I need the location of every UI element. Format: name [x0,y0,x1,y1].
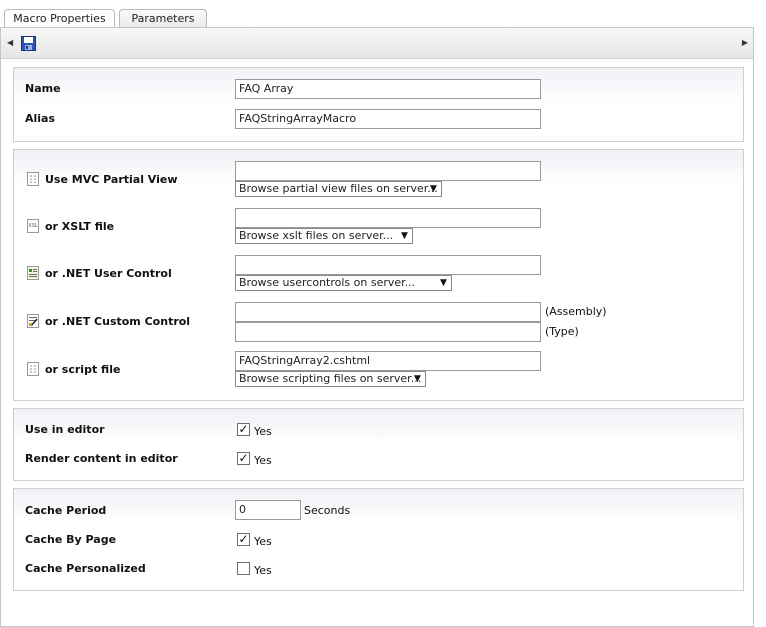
use-in-editor-label: Use in editor [25,423,105,436]
alias-label: Alias [25,112,56,125]
chevron-down-icon: ▼ [430,184,437,194]
mvc-browse-select[interactable]: Browse partial view files on server... ▼ [235,181,442,197]
type-label: (Type) [545,325,579,338]
render-content-yes: Yes [254,454,272,467]
name-label: Name [25,82,61,95]
assembly-label: (Assembly) [545,305,607,318]
use-in-editor-checkbox[interactable]: ✓ [237,423,250,436]
alias-input[interactable]: FAQStringArrayMacro [235,109,541,129]
cache-period-input[interactable]: 0 [235,500,301,520]
assembly-input[interactable] [235,302,541,322]
render-content-checkbox[interactable]: ✓ [237,452,250,465]
macro-properties-panel: ◀ ▶ Name FAQ Array Alias FAQStringArrayM… [0,27,754,627]
script-browse-text: Browse scripting files on server... [239,372,422,385]
xslt-label: or XSLT file [45,220,115,233]
seconds-label: Seconds [304,504,351,517]
tab-macro-properties[interactable]: Macro Properties [4,9,115,29]
type-input[interactable] [235,322,541,342]
check-icon: ✓ [238,532,249,546]
name-input[interactable]: FAQ Array [235,79,541,99]
render-content-label: Render content in editor [25,452,178,465]
editor-group: Use in editor ✓ Yes Render content in ed… [13,408,744,481]
cache-by-page-label: Cache By Page [25,533,117,546]
usercontrol-browse-text: Browse usercontrols on server... [239,276,416,289]
cache-group: Cache Period 0 Seconds Cache By Page ✓ Y… [13,488,744,591]
xslt-input[interactable] [235,208,541,228]
cache-personalized-checkbox[interactable] [237,562,250,575]
cache-by-page-yes: Yes [254,535,272,548]
toolbar: ◀ ▶ [1,28,753,59]
cache-period-label: Cache Period [25,504,107,517]
chevron-down-icon: ▼ [440,278,447,288]
usercontrol-browse-select[interactable]: Browse usercontrols on server... ▼ [235,275,452,291]
usercontrol-label: or .NET User Control [45,267,172,280]
scroll-left-icon[interactable]: ◀ [7,38,13,47]
mvc-input[interactable] [235,161,541,181]
script-input[interactable]: FAQStringArray2.cshtml [235,351,541,371]
customcontrol-label: or .NET Custom Control [45,315,191,328]
script-label: or script file [45,363,121,376]
chevron-down-icon: ▼ [414,374,421,384]
script-file-icon [27,362,39,376]
usercontrol-file-icon [27,266,39,280]
check-icon: ✓ [238,422,249,436]
xslt-browse-text: Browse xslt files on server... [239,229,394,242]
tab-parameters[interactable]: Parameters [119,9,207,28]
script-browse-select[interactable]: Browse scripting files on server... ▼ [235,371,426,387]
xslt-browse-select[interactable]: Browse xslt files on server... ▼ [235,228,413,244]
check-icon: ✓ [238,451,249,465]
cache-personalized-yes: Yes [254,564,272,577]
chevron-down-icon: ▼ [401,231,408,241]
properties-group: Name FAQ Array Alias FAQStringArrayMacro [13,67,744,142]
customcontrol-file-icon [27,314,39,328]
cache-by-page-checkbox[interactable]: ✓ [237,533,250,546]
mvc-file-icon [27,172,39,186]
render-source-group: Use MVC Partial View Browse partial view… [13,149,744,401]
xslt-file-icon: XSL [27,219,39,233]
save-icon[interactable] [21,36,36,51]
mvc-browse-text: Browse partial view files on server... [239,182,438,195]
usercontrol-input[interactable] [235,255,541,275]
mvc-label: Use MVC Partial View [45,173,178,186]
scroll-right-icon[interactable]: ▶ [742,38,748,47]
cache-personalized-label: Cache Personalized [25,562,146,575]
use-in-editor-yes: Yes [254,425,272,438]
